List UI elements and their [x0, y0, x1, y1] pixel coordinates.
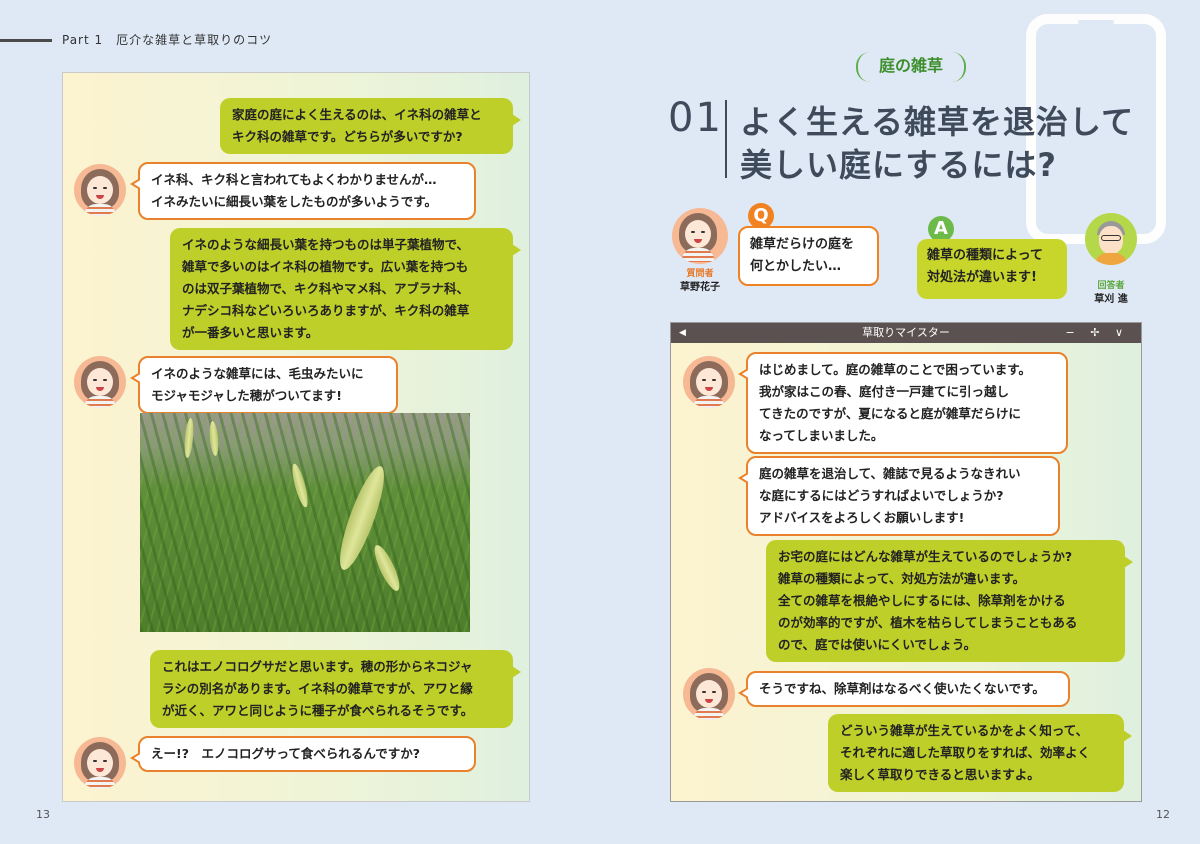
title-number: 01	[668, 95, 723, 141]
questioner-name: 草野花子	[680, 282, 720, 293]
page-title-line1: よく生える雑草を退治して	[740, 103, 1135, 141]
window-controls-icon[interactable]: − ✢ ∨	[1066, 323, 1129, 343]
questioner-avatar-icon	[74, 737, 126, 789]
questioner-avatar-icon	[74, 164, 126, 216]
running-header: Part 1 厄介な雑草と草取りのコツ	[62, 33, 273, 47]
header-rule	[0, 39, 52, 42]
chat-title: 草取りマイスター	[862, 326, 950, 339]
chat-message-answerer: イネのような細長い葉を持つものは単子葉植物で、 雑草で多いのはイネ科の植物です。…	[170, 228, 521, 350]
questioner-avatar-icon	[683, 668, 735, 720]
chat-message-answerer: 家庭の庭によく生えるのは、イネ科の雑草と キク科の雑草です。どちらが多いですか?	[220, 98, 521, 154]
back-arrow-icon[interactable]: ◀	[679, 323, 686, 343]
chat-message-questioner: えー!? エノコログサって食べられるんですか?	[130, 736, 476, 772]
chat-message-questioner: イネのような雑草には、毛虫みたいに モジャモジャした穂がついてます!	[130, 356, 398, 414]
answer-bubble: 雑草の種類によって 対処法が違います!	[917, 239, 1067, 299]
chat-message-questioner: 庭の雑草を退治して、雑誌で見るようなきれい な庭にするにはどうすればよいでしょう…	[738, 456, 1060, 536]
question-bubble: 雑草だらけの庭を 何とかしたい…	[738, 226, 879, 286]
chat-message-answerer: どういう雑草が生えているかをよく知って、 それぞれに適した草取りをすれば、効率よ…	[828, 714, 1132, 792]
chat-message-answerer: これはエノコログサだと思います。穂の形からネコジャ ラシの別名があります。イネ科…	[150, 650, 521, 728]
title-divider	[725, 100, 727, 178]
foxtail-grass-photo	[140, 413, 470, 632]
section-tag: 庭の雑草	[856, 52, 966, 82]
chat-message-questioner: はじめまして。庭の雑草のことで困っています。 我が家はこの春、庭付き一戸建てに引…	[738, 352, 1068, 454]
questioner-avatar-icon	[672, 208, 728, 264]
page-number-left: 13	[36, 808, 50, 821]
page-title-line2: 美しい庭にするには?	[740, 146, 1057, 184]
chat-message-questioner: そうですね、除草剤はなるべく使いたくないです。	[738, 671, 1070, 707]
page-number-right: 12	[1156, 808, 1170, 821]
answerer-name: 草刈 進	[1094, 294, 1128, 305]
answerer-avatar-icon	[1085, 213, 1137, 265]
chat-title-bar: ◀ 草取りマイスター − ✢ ∨	[671, 323, 1141, 343]
questioner-avatar-icon	[683, 356, 735, 408]
chat-message-questioner: イネ科、キク科と言われてもよくわかりませんが… イネみたいに細長い葉をしたものが…	[130, 162, 476, 220]
questioner-avatar-icon	[74, 356, 126, 408]
chat-message-answerer: お宅の庭にはどんな雑草が生えているのでしょうか? 雑草の種類によって、対処方法が…	[766, 540, 1133, 662]
